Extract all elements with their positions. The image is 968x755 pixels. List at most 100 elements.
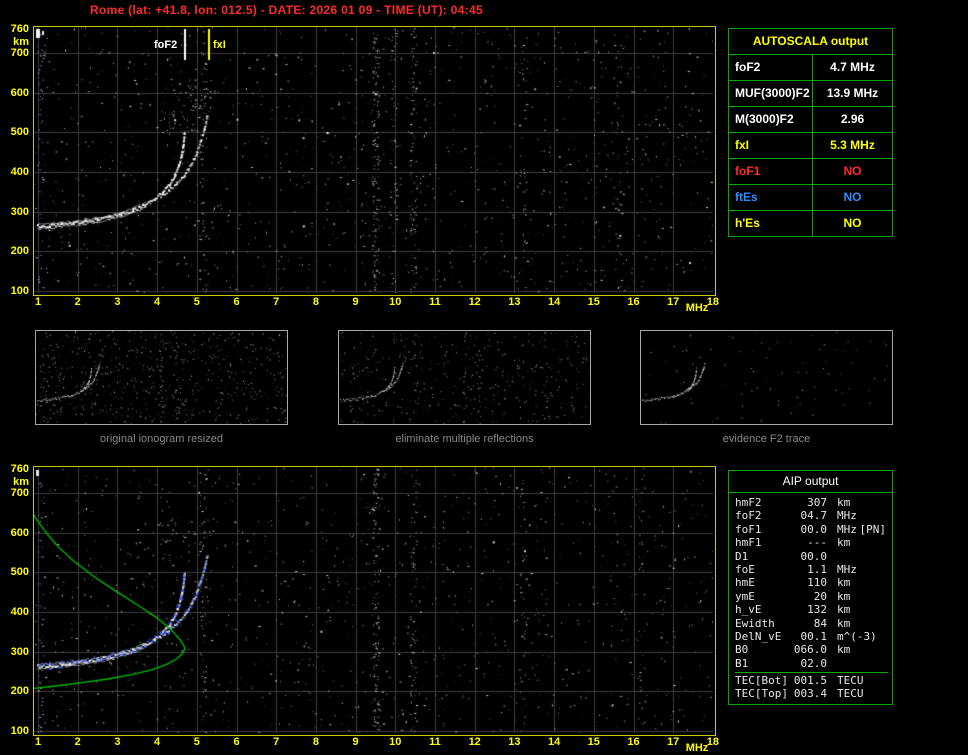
autoscala-row: foF1 NO — [729, 158, 892, 184]
aip-row-unit: km — [837, 643, 851, 657]
y-axis-unit-label: km — [13, 36, 29, 48]
thumbnail-caption-original: original ionogram resized — [100, 433, 223, 445]
aip-row: DelN_vE 00.1 m^(-3) — [735, 630, 888, 643]
ionogram-canvas-top — [34, 27, 713, 293]
aip-row: hmE 110 km — [735, 576, 888, 589]
aip-row-name: ymE — [735, 589, 755, 603]
aip-row: D1 00.0 — [735, 550, 888, 563]
aip-row-unit: km — [837, 616, 851, 630]
aip-row-value: 066.0 — [793, 643, 827, 657]
autoscala-row: fxI 5.3 MHz — [729, 132, 892, 158]
y-tick-label: 700 — [10, 486, 29, 499]
autoscala-table: AUTOSCALA output foF2 4.7 MHz MUF(3000)F2 1… — [728, 28, 893, 237]
aip-row: h_vE 132 km — [735, 603, 888, 616]
aip-row-value: 001.5 — [793, 674, 827, 688]
x-tick-label: 12 — [468, 736, 481, 748]
y-tick-label: 600 — [10, 86, 29, 99]
x-tick-label: 6 — [233, 736, 240, 748]
x-axis-unit-label: MHz — [685, 302, 709, 314]
aip-row-value: --- — [807, 536, 827, 550]
aip-row-unit: km — [837, 496, 851, 509]
thumbnail-caption-reflections: eliminate multiple reflections — [395, 433, 534, 445]
aip-row-unit: km — [837, 603, 851, 617]
aip-row-value: 307 — [807, 496, 827, 509]
autoscala-row: h'Es NO — [729, 210, 892, 236]
aip-row-value: 02.0 — [800, 656, 828, 670]
thumbnail-f2-trace — [640, 330, 893, 425]
x-tick-label: 16 — [627, 736, 640, 748]
x-tick-label: 5 — [193, 296, 200, 308]
x-tick-label: 10 — [389, 296, 402, 308]
fof2-marker-label: foF2 — [154, 39, 178, 51]
x-tick-label: 11 — [429, 736, 441, 748]
ionogram-canvas-bottom — [34, 467, 713, 733]
aip-row-name: foE — [735, 562, 755, 576]
autoscala-row-label: foF1 — [735, 164, 761, 178]
aip-row-name: h_vE — [735, 603, 762, 617]
thumbnail-original-ionogram — [35, 330, 288, 425]
aip-row-name: DelN_vE — [735, 629, 782, 643]
autoscala-row-value: 5.3 MHz — [812, 133, 892, 158]
x-tick-label: 2 — [74, 736, 81, 748]
aip-row-value: 00.1 — [800, 629, 828, 643]
autoscala-row-value: 2.96 — [812, 107, 892, 132]
autoscala-row-value: NO — [812, 211, 892, 236]
autoscala-row: M(3000)F2 2.96 — [729, 106, 892, 132]
x-tick-label: 2 — [74, 296, 81, 308]
x-tick-label: 10 — [389, 736, 402, 748]
x-tick-label: 8 — [312, 296, 319, 308]
aip-row-extra: [PN] — [859, 522, 887, 536]
aip-row-unit: m^(-3) — [837, 629, 877, 643]
aip-row-unit: TECU — [837, 674, 864, 688]
aip-table-body: hmF2 307 km foF2 04.7 MHz foF1 00.0 MHz [PN] hmF1-… — [729, 493, 892, 704]
y-tick-label: 300 — [10, 645, 29, 658]
aip-row-unit: MHz — [837, 562, 857, 576]
autoscala-row: MUF(3000)F2 13.9 MHz — [729, 80, 892, 106]
y-tick-label: 500 — [10, 126, 29, 139]
y-tick-label: 760 — [10, 463, 29, 475]
aip-table-header: AIP output — [729, 471, 892, 493]
x-tick-label: 15 — [587, 296, 600, 308]
y-tick-label: 400 — [10, 165, 29, 178]
thumbnail-canvas-reflections — [339, 331, 590, 424]
aip-table: AIP output hmF2 307 km foF2 04.7 MHz foF1 00.0 M… — [728, 470, 893, 705]
x-axis-unit-label: MHz — [685, 742, 709, 754]
aip-row-value: 84 — [813, 616, 827, 630]
aip-row-unit: km — [837, 589, 851, 603]
autoscala-row-label: fxI — [735, 138, 750, 152]
aip-row-unit: MHz — [837, 509, 857, 523]
aip-row-name: D1 — [735, 549, 749, 563]
aip-row-value: 00.0 — [800, 549, 828, 563]
app-title: Rome (lat: +41.8, lon: 012.5) - DATE: 20… — [90, 3, 483, 17]
aip-row-name: TEC[Top] — [735, 687, 788, 701]
aip-row: TEC[Top] 003.4 TECU — [735, 687, 888, 700]
aip-row-name: hmE — [735, 576, 755, 590]
y-tick-label: 760 — [10, 23, 29, 35]
aip-row: hmF1 --- km — [735, 536, 888, 549]
x-tick-label: 5 — [193, 736, 200, 748]
aip-row-value: 20 — [813, 589, 827, 603]
x-tick-label: 3 — [114, 296, 121, 308]
x-tick-label: 13 — [508, 736, 521, 748]
aip-row: foF2 04.7 MHz — [735, 509, 888, 522]
y-axis-unit-label: km — [13, 476, 29, 488]
x-tick-label: 9 — [352, 736, 359, 748]
aip-row-unit: km — [837, 576, 851, 590]
thumbnail-canvas-original — [36, 331, 287, 424]
aip-row-unit: MHz — [837, 522, 857, 536]
x-tick-label: 1 — [34, 296, 42, 308]
y-tick-label: 300 — [10, 205, 29, 218]
x-tick-label: 12 — [468, 296, 481, 308]
autoscala-row-label: foF2 — [735, 60, 761, 74]
aip-row: ymE 20 km — [735, 590, 888, 603]
y-tick-label: 500 — [10, 566, 29, 579]
thumbnail-caption-f2trace: evidence F2 trace — [722, 433, 811, 445]
aip-row-value: 04.7 — [800, 509, 828, 523]
x-tick-label: 14 — [547, 296, 561, 308]
aip-row-name: Ewidth — [735, 616, 775, 630]
aip-row-name: B1 — [735, 656, 749, 670]
aip-row: hmF2 307 km — [735, 496, 888, 509]
x-tick-label: 11 — [429, 296, 441, 308]
x-tick-label: 8 — [312, 736, 319, 748]
autoscala-table-header: AUTOSCALA output — [752, 34, 869, 48]
